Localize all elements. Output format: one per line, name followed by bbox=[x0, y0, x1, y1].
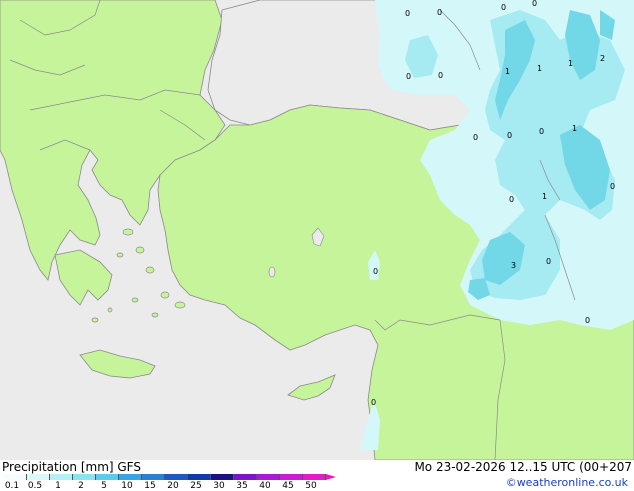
scale-swatch bbox=[165, 474, 188, 480]
precipitation-color-scale bbox=[4, 474, 336, 480]
scale-swatch bbox=[119, 474, 142, 480]
point-label: 1 bbox=[505, 67, 510, 76]
scale-swatch bbox=[257, 474, 280, 480]
scale-swatch bbox=[50, 474, 73, 480]
point-label: 3 bbox=[511, 261, 516, 270]
scale-swatch bbox=[234, 474, 257, 480]
point-label: 0 bbox=[438, 71, 443, 80]
point-label: 0 bbox=[473, 133, 478, 142]
precipitation-map: 0 0 0 0 0 0 1 1 1 2 0 0 0 1 0 1 0 3 0 0 … bbox=[0, 0, 634, 460]
map-footer: Precipitation [mm] GFS Mo 23-02-2026 12.… bbox=[0, 460, 634, 491]
point-label: 1 bbox=[542, 192, 547, 201]
scale-arrow bbox=[326, 474, 336, 480]
point-label: 0 bbox=[405, 9, 410, 18]
scale-swatch bbox=[142, 474, 165, 480]
scale-swatch bbox=[280, 474, 303, 480]
scale-swatch bbox=[303, 474, 326, 480]
scale-swatch bbox=[188, 474, 211, 480]
point-label: 0 bbox=[371, 398, 376, 407]
scale-swatch bbox=[211, 474, 234, 480]
credit-link[interactable]: ©weatheronline.co.uk bbox=[506, 476, 628, 489]
scale-swatch bbox=[96, 474, 119, 480]
point-label: 0 bbox=[509, 195, 514, 204]
point-label: 1 bbox=[537, 64, 542, 73]
point-label: 0 bbox=[406, 72, 411, 81]
point-label: 0 bbox=[546, 257, 551, 266]
forecast-datetime: Mo 23-02-2026 12..15 UTC (00+207 bbox=[414, 460, 632, 474]
point-label: 2 bbox=[600, 54, 605, 63]
point-label: 0 bbox=[610, 182, 615, 191]
point-label: 0 bbox=[532, 0, 537, 8]
point-label: 0 bbox=[501, 3, 506, 12]
scale-swatch bbox=[73, 474, 96, 480]
point-label: 0 bbox=[437, 8, 442, 17]
scale-swatch bbox=[27, 474, 50, 480]
point-label: 1 bbox=[568, 59, 573, 68]
scale-swatch bbox=[4, 474, 27, 480]
point-label: 0 bbox=[585, 316, 590, 325]
point-label: 1 bbox=[572, 124, 577, 133]
point-label: 0 bbox=[507, 131, 512, 140]
point-label: 0 bbox=[539, 127, 544, 136]
map-title: Precipitation [mm] GFS bbox=[2, 460, 141, 474]
